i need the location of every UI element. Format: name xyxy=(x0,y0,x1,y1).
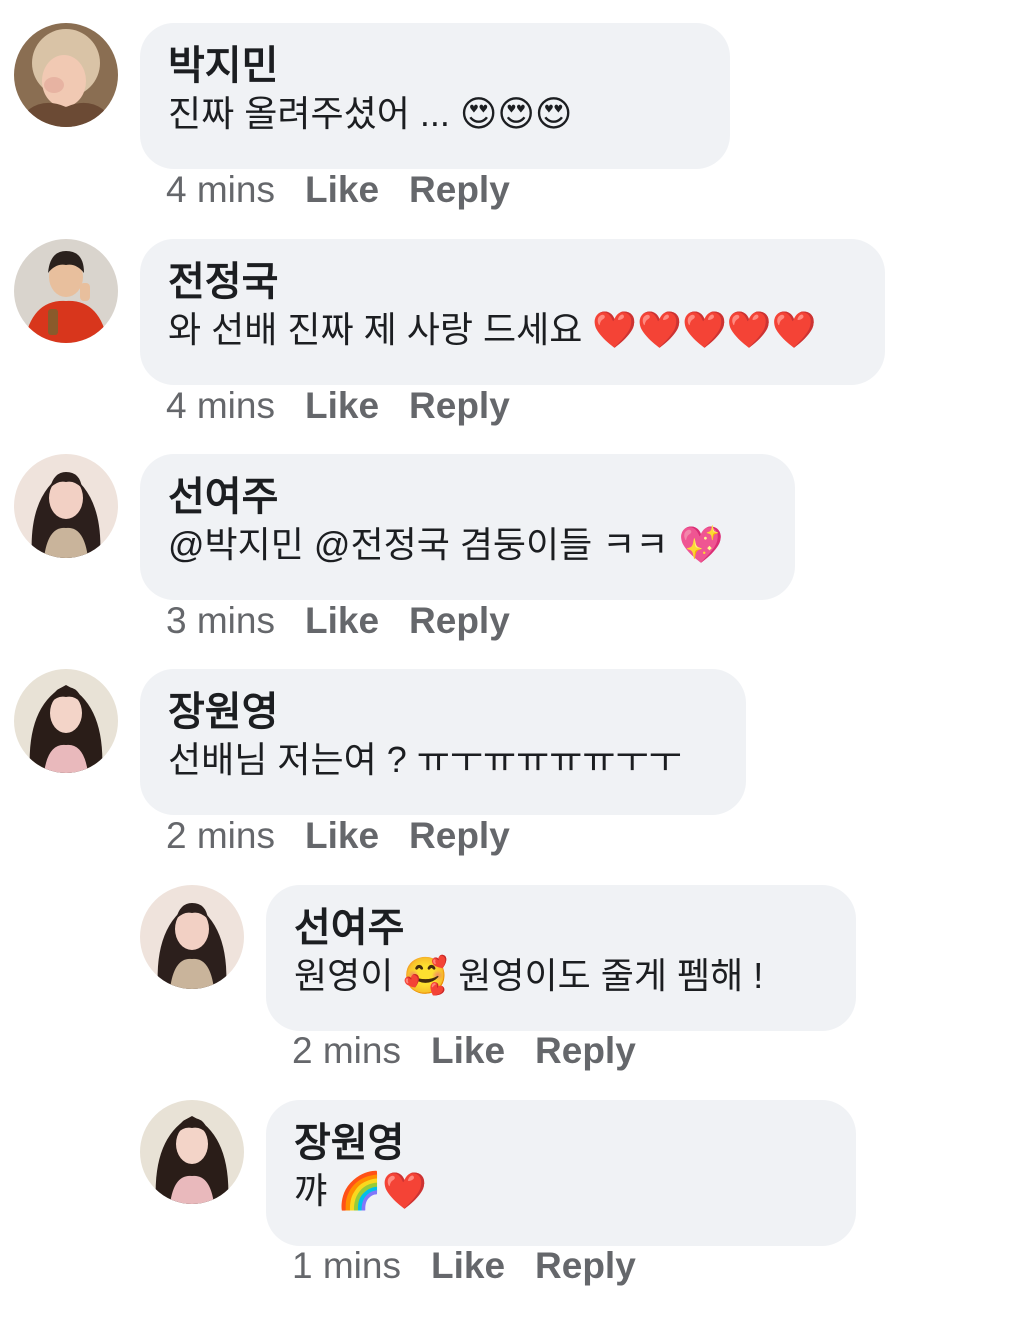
comment-author[interactable]: 선여주 xyxy=(168,474,767,520)
comment-meta: 2 mins Like Reply xyxy=(166,814,540,858)
like-button[interactable]: Like xyxy=(305,600,379,641)
comment-text: 꺄 🌈❤️ xyxy=(294,1170,427,1212)
comment-meta: 2 mins Like Reply xyxy=(292,1029,666,1073)
avatar-wonyoung[interactable] xyxy=(14,669,118,773)
heart-eyes-emoji-icon: 😍😍😍 xyxy=(459,94,573,135)
rainbow-heart-emoji-icon: 🌈❤️ xyxy=(337,1171,427,1212)
comment-text: 선배님 저는여 ? ㅠㅜㅠㅠㅠㅠㅜㅜ xyxy=(168,739,682,780)
comment-time: 2 mins xyxy=(292,1030,401,1071)
comment-meta: 1 mins Like Reply xyxy=(292,1244,666,1288)
comment-author[interactable]: 박지민 xyxy=(168,43,702,89)
like-button[interactable]: Like xyxy=(305,385,379,426)
comment-author[interactable]: 장원영 xyxy=(294,1120,828,1166)
comment-text: 진짜 올려주셨어 ... 😍😍😍 xyxy=(168,93,573,135)
smiling-face-with-hearts-emoji-icon: 🥰 xyxy=(403,956,449,997)
comment-time: 4 mins xyxy=(166,385,275,426)
comment-time: 4 mins xyxy=(166,169,275,210)
comment-text: 원영이 🥰 원영이도 줄게 펨해 ! xyxy=(294,955,764,997)
comment-meta: 4 mins Like Reply xyxy=(166,168,540,212)
comment-author[interactable]: 전정국 xyxy=(168,259,857,305)
reply-button[interactable]: Reply xyxy=(409,169,510,210)
avatar-wonyoung[interactable] xyxy=(140,1100,244,1204)
like-button[interactable]: Like xyxy=(431,1245,505,1286)
avatar-image xyxy=(140,885,244,989)
comment-time: 1 mins xyxy=(292,1245,401,1286)
avatar-yeoju[interactable] xyxy=(140,885,244,989)
like-button[interactable]: Like xyxy=(305,815,379,856)
comment-bubble: 장원영 꺄 🌈❤️ xyxy=(266,1100,856,1246)
red-heart-emoji-icon: ❤️❤️❤️❤️❤️ xyxy=(592,310,817,351)
like-button[interactable]: Like xyxy=(305,169,379,210)
comment-text: 와 선배 진짜 제 사랑 드세요 ❤️❤️❤️❤️❤️ xyxy=(168,309,817,351)
avatar-image xyxy=(14,23,118,127)
reply-button[interactable]: Reply xyxy=(535,1245,636,1286)
comment-bubble: 박지민 진짜 올려주셨어 ... 😍😍😍 xyxy=(140,23,730,169)
comment-text: @박지민 @전정국 겸둥이들 ㅋㅋ 💖 xyxy=(168,524,724,566)
comment-author[interactable]: 선여주 xyxy=(294,905,828,951)
avatar-image xyxy=(14,454,118,558)
comment-time: 3 mins xyxy=(166,600,275,641)
avatar-jimin[interactable] xyxy=(14,23,118,127)
comment-bubble: 장원영 선배님 저는여 ? ㅠㅜㅠㅠㅠㅠㅜㅜ xyxy=(140,669,746,815)
avatar-jungkook[interactable] xyxy=(14,239,118,343)
avatar-image xyxy=(140,1100,244,1204)
comment-meta: 3 mins Like Reply xyxy=(166,599,540,643)
comment-bubble: 선여주 @박지민 @전정국 겸둥이들 ㅋㅋ 💖 xyxy=(140,454,795,600)
comment-bubble: 전정국 와 선배 진짜 제 사랑 드세요 ❤️❤️❤️❤️❤️ xyxy=(140,239,885,385)
reply-button[interactable]: Reply xyxy=(535,1030,636,1071)
reply-button[interactable]: Reply xyxy=(409,815,510,856)
comment-meta: 4 mins Like Reply xyxy=(166,384,540,428)
avatar-image xyxy=(14,239,118,343)
reply-button[interactable]: Reply xyxy=(409,385,510,426)
comment-time: 2 mins xyxy=(166,815,275,856)
comment-author[interactable]: 장원영 xyxy=(168,689,718,735)
like-button[interactable]: Like xyxy=(431,1030,505,1071)
sparkling-heart-emoji-icon: 💖 xyxy=(678,525,724,566)
comment-bubble: 선여주 원영이 🥰 원영이도 줄게 펨해 ! xyxy=(266,885,856,1031)
avatar-yeoju[interactable] xyxy=(14,454,118,558)
avatar-image xyxy=(14,669,118,773)
reply-button[interactable]: Reply xyxy=(409,600,510,641)
